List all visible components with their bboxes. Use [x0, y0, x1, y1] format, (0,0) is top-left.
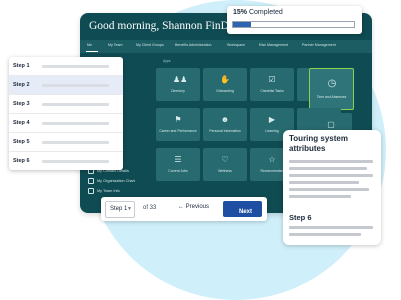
step-row-3[interactable]: Step 3	[9, 95, 123, 113]
nav-tab-benefits[interactable]: Benefits Administration	[175, 43, 212, 47]
link-team-info[interactable]: My Team Info	[88, 188, 120, 194]
touring-attributes-card: Touring system attributes Step 6	[283, 130, 381, 245]
link-org-chart[interactable]: My Organization Chart	[88, 178, 135, 184]
placeholder-text-bar	[42, 160, 109, 163]
step-row-1[interactable]: Step 1	[9, 57, 123, 75]
step-select[interactable]: Step 1 ▼	[105, 201, 135, 218]
tile-current-jobs[interactable]: ☰ Current Jobs	[156, 148, 200, 181]
nav-tab-my-client-groups[interactable]: My Client Groups	[136, 43, 164, 47]
play-icon: ▶	[268, 115, 276, 124]
previous-button[interactable]: ← Previous	[178, 204, 209, 210]
step-navigator: Step 1 ▼ of 33 ← Previous Next →	[101, 197, 267, 221]
placeholder-text-bar	[42, 65, 109, 68]
apps-section-heading: Apps	[163, 59, 171, 63]
placeholder-text-bar	[289, 174, 373, 177]
steps-panel: Step 1 Step 2 Step 3 Step 4 Step 5 Step …	[9, 57, 123, 170]
tile-directory[interactable]: ♟♟ Directory	[156, 68, 200, 101]
people-icon: ♟♟	[173, 75, 188, 84]
progress-bar	[232, 21, 355, 28]
step-label: Step 6	[289, 213, 312, 222]
nav-tab-my-team[interactable]: My Team	[108, 43, 123, 47]
nav-tab-workspace[interactable]: Workspace	[227, 43, 245, 47]
placeholder-text-bar	[289, 195, 351, 198]
handshake-icon: ✋	[220, 75, 230, 84]
placeholder-text-bar	[289, 160, 373, 163]
step-row-5[interactable]: Step 5	[9, 133, 123, 151]
briefcase-icon: ▢	[327, 120, 335, 129]
person-icon: ☻	[220, 115, 230, 124]
tile-career[interactable]: ⚑ Career and Performance	[156, 108, 200, 141]
placeholder-text-bar	[42, 84, 109, 87]
placeholder-text-bar	[289, 233, 361, 236]
placeholder-text-bar	[42, 103, 109, 106]
chevron-down-icon: ▼	[127, 206, 132, 212]
card-title: Touring system attributes	[289, 134, 348, 153]
arrow-left-icon: ←	[178, 204, 184, 210]
nav-tab-me[interactable]: Me	[87, 43, 92, 47]
tile-onboarding[interactable]: ✋ Onboarding	[203, 68, 247, 101]
clock-icon: ◷	[327, 78, 337, 89]
placeholder-text-bar	[289, 167, 367, 170]
jobs-icon: ☰	[174, 155, 182, 164]
nav-tab-risk[interactable]: Risk Management	[259, 43, 288, 47]
top-nav: Me My Team My Client Groups Benefits Adm…	[80, 40, 372, 53]
arrow-right-icon: →	[239, 209, 245, 215]
tile-wellness[interactable]: ♡ Wellness	[203, 148, 247, 181]
progress-bar-fill	[233, 22, 252, 27]
nav-tab-partner[interactable]: Partner Management	[302, 43, 336, 47]
step-row-6[interactable]: Step 6	[9, 152, 123, 170]
next-button[interactable]: Next →	[223, 201, 262, 217]
placeholder-text-bar	[289, 188, 369, 191]
link-icon	[88, 188, 94, 194]
tile-personal-info[interactable]: ☻ Personal Information	[203, 108, 247, 141]
star-icon: ☆	[268, 155, 276, 164]
progress-label: 15% Completed	[233, 9, 283, 16]
tile-time-and-absences[interactable]: ◷ Time and Absences	[309, 68, 354, 110]
step-row-2[interactable]: Step 2	[9, 76, 123, 94]
placeholder-text-bar	[289, 226, 373, 229]
step-total: of 33	[143, 205, 157, 211]
checklist-icon: ☑	[268, 75, 276, 84]
placeholder-text-bar	[42, 141, 109, 144]
step-row-4[interactable]: Step 4	[9, 114, 123, 132]
nav-active-indicator	[86, 51, 98, 52]
placeholder-text-bar	[289, 181, 359, 184]
placeholder-text-bar	[42, 122, 109, 125]
tile-checklist[interactable]: ☑ Checklist Tasks	[250, 68, 294, 101]
link-icon	[88, 178, 94, 184]
career-icon: ⚑	[174, 115, 182, 124]
heart-icon: ♡	[221, 155, 229, 164]
progress-card: 15% Completed	[227, 6, 362, 34]
